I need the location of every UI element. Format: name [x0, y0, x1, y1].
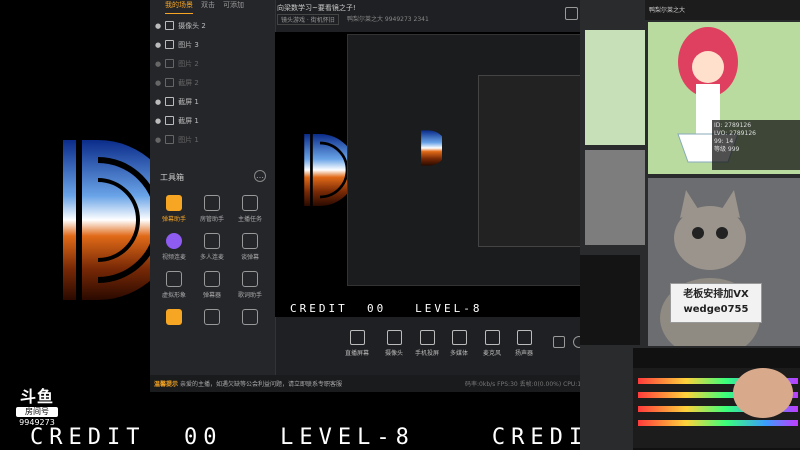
source-item[interactable]: ● 图片 3	[155, 35, 270, 54]
room-title[interactable]: 向梁数学习~要看镜之子!	[277, 3, 356, 13]
media-button[interactable]: 多媒体	[450, 330, 468, 357]
cat-thumb	[585, 150, 645, 245]
tool-extra[interactable]	[193, 309, 231, 328]
tool-multi-link[interactable]: 多人连麦	[193, 233, 231, 261]
toolbox-grid: 弹幕助手 房管助手 主播任务 视频连麦 多人连麦 谈弹幕 虚拟形象 弹幕器 歌词…	[155, 195, 270, 328]
cat-sign: 老板安排加VX wedge0755	[670, 283, 762, 323]
douyu-watermark: 斗鱼 房间号 9949273	[14, 388, 60, 438]
microphone-button[interactable]: 麦克风	[483, 330, 501, 357]
screen-icon	[165, 116, 175, 125]
camera-icon	[386, 330, 402, 345]
stream-stage: CREDIT 00 LEVEL-8 CREDIT 00 斗鱼 房间号 99492…	[0, 0, 800, 450]
sign-line-1: 老板安排加VX	[683, 289, 749, 300]
preview-credit-text: CREDIT 00 LEVEL-8	[290, 302, 483, 315]
phone-icon	[419, 330, 435, 345]
danmu-icon	[166, 195, 182, 211]
viewer-info-panel: ID: 2789126 LVO: 2789126 99: 14 等级 999	[712, 120, 800, 170]
record-icon[interactable]	[553, 336, 565, 348]
gift-icon	[166, 309, 182, 325]
download-icon	[204, 233, 220, 249]
tool-avatar[interactable]: 虚拟形象	[155, 271, 193, 299]
source-item[interactable]: ● 图片 1	[155, 130, 270, 149]
game-logo	[63, 140, 158, 300]
task-icon	[242, 195, 258, 211]
avatar-icon	[166, 271, 182, 287]
status-bar: 温馨提示 亲爱的主播，如遇欠缺等公会利益问题，请立即联系专职客服 码率:0kb/…	[150, 375, 635, 392]
settings-icon[interactable]	[565, 7, 578, 20]
screen-capture-button[interactable]: 直播屏幕	[345, 330, 369, 357]
gamepad-icon	[242, 309, 258, 325]
microphone-icon	[484, 330, 500, 345]
toolbox-title: 工具箱	[160, 173, 184, 182]
tool-barrage[interactable]: 谈弹幕	[231, 233, 269, 261]
tool-danmaku[interactable]: 弹幕器	[193, 271, 231, 299]
monitor-icon	[349, 330, 365, 345]
tab-scenes[interactable]: 我的场景	[165, 0, 193, 14]
keyboard-thumb	[580, 255, 640, 345]
overlay-header: 鸭梨尔莱之大	[645, 0, 800, 20]
sign-line-2: wedge0755	[683, 304, 749, 315]
room-label: 房间号	[16, 407, 58, 417]
anime-thumb	[585, 30, 645, 145]
source-item[interactable]: ● 截屏 1	[155, 111, 270, 130]
screen-icon	[165, 97, 175, 106]
notice-text: 温馨提示 亲爱的主播，如遇欠缺等公会利益问题，请立即联系专职客服	[154, 381, 342, 388]
keyboard-camera	[633, 348, 800, 450]
tab-double[interactable]: 双击	[201, 0, 215, 14]
speaker-button[interactable]: 扬声器	[515, 330, 533, 357]
streaming-client-window: 我的场景 双击 可添加 + ●摄像头 2 ●图片 3 ●图片 2 ●截屏 2 ●…	[150, 0, 635, 392]
toolbox-more-icon[interactable]: …	[254, 170, 266, 182]
scene-sidebar: 我的场景 双击 可添加 + ●摄像头 2 ●图片 3 ●图片 2 ●截屏 2 ●…	[150, 0, 284, 375]
image-icon	[165, 40, 175, 49]
tab-add[interactable]: 可添加	[223, 0, 244, 14]
phone-cast-button[interactable]: 手机投屏	[415, 330, 439, 357]
tool-extra[interactable]	[231, 309, 269, 328]
camera-button[interactable]: 摄像头	[385, 330, 403, 357]
source-list: ● 摄像头 2 ● 图片 3 ● 图片 2 ● 截屏 2 ● 截屏 1 ● 截屏 1 ● 图片…	[155, 16, 270, 149]
video-link-icon	[166, 233, 182, 249]
room-number: 9949273	[19, 418, 55, 427]
source-item[interactable]: ● 摄像头 2	[155, 16, 270, 35]
image-icon	[165, 59, 175, 68]
barrage-icon	[242, 233, 258, 249]
preview-game-logo	[304, 134, 347, 206]
douyu-logo: 斗鱼	[19, 387, 54, 406]
tool-host-tasks[interactable]: 主播任务	[231, 195, 269, 223]
screen-icon	[165, 78, 175, 87]
media-icon	[451, 330, 467, 345]
tool-lyrics[interactable]: 歌词助手	[231, 271, 269, 299]
credit-level-text: CREDIT 00 LEVEL-8 CREDIT 00	[30, 425, 685, 450]
image-icon	[165, 135, 175, 144]
admin-icon	[204, 195, 220, 211]
rgb-keyboard	[633, 368, 800, 448]
tool-room-admin[interactable]: 房管助手	[193, 195, 231, 223]
source-item[interactable]: ● 截屏 2	[155, 73, 270, 92]
source-item[interactable]: ● 图片 2	[155, 54, 270, 73]
room-category[interactable]: 镜头游戏 · 街机怀旧	[277, 14, 339, 25]
tool-extra[interactable]	[155, 309, 193, 328]
danmaku-icon	[204, 271, 220, 287]
scene-tabs: 我的场景 双击 可添加 +	[150, 0, 290, 14]
download-icon	[204, 309, 220, 325]
speaker-icon	[516, 330, 532, 345]
tool-danmu-assistant[interactable]: 弹幕助手	[155, 195, 193, 223]
camera-icon	[165, 21, 175, 30]
nested-game-logo	[421, 130, 442, 166]
room-stats: 鸭梨尔莱之大 9949273 2341	[347, 16, 429, 23]
source-item[interactable]: ● 截屏 1	[155, 92, 270, 111]
tool-video-link[interactable]: 视频连麦	[155, 233, 193, 261]
lyrics-icon	[242, 271, 258, 287]
